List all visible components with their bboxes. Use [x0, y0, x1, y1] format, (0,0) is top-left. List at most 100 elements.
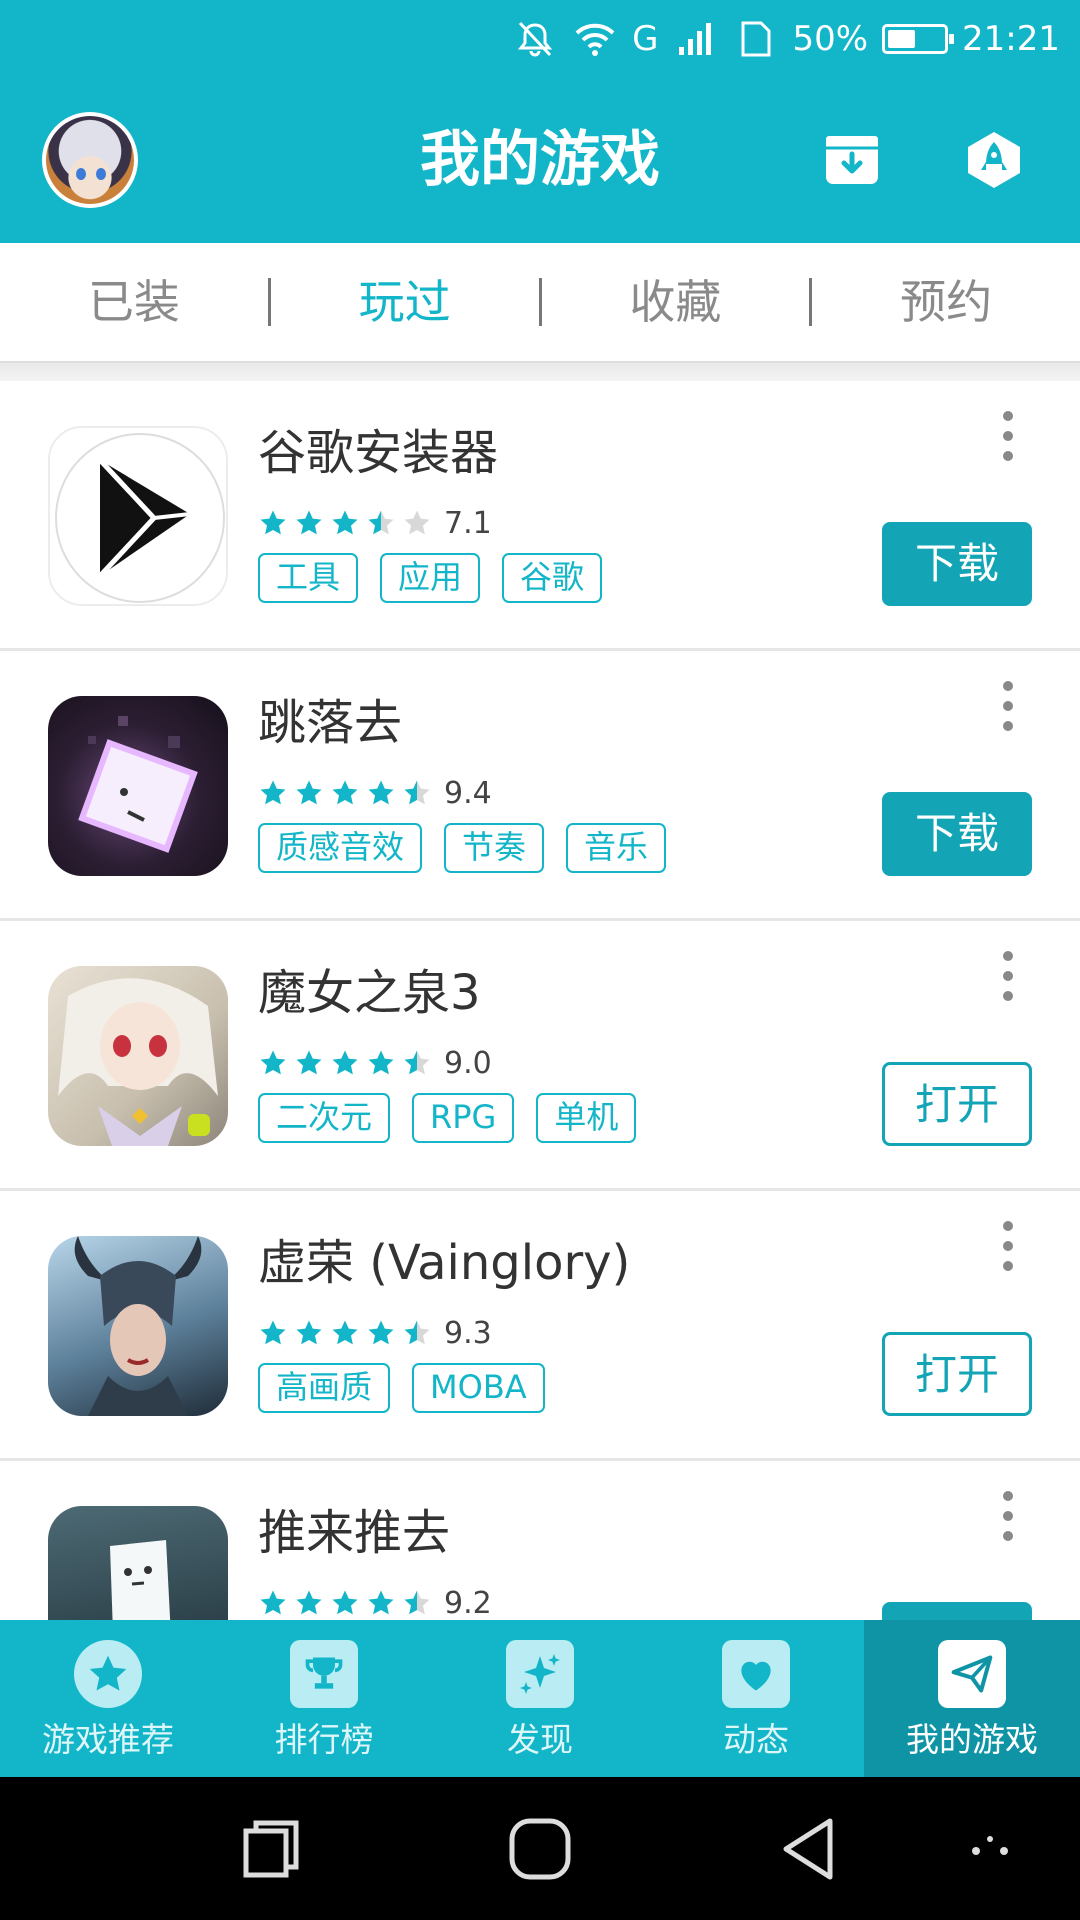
rating-score: 9.2 — [444, 1585, 492, 1621]
recents-icon[interactable] — [236, 1813, 308, 1885]
app-name: 跳落去 — [258, 695, 403, 751]
header-row: 我的游戏 — [0, 100, 1080, 220]
star-rating — [258, 1588, 432, 1618]
star-half-icon — [404, 1590, 430, 1615]
tag[interactable]: 应用 — [380, 553, 481, 603]
tab-played[interactable]: 玩过 — [271, 272, 539, 332]
download-manager-button[interactable] — [820, 128, 884, 192]
more-icon[interactable] — [954, 1813, 1026, 1885]
page-title: 我的游戏 — [420, 125, 660, 195]
nav-my-games[interactable]: 我的游戏 — [864, 1620, 1080, 1777]
tab-reservations[interactable]: 预约 — [812, 272, 1080, 332]
white-block-icon — [48, 1506, 228, 1620]
tag[interactable]: 音乐 — [566, 823, 667, 873]
more-options-icon[interactable] — [996, 951, 1020, 1001]
more-options-icon[interactable] — [996, 1491, 1020, 1541]
tag[interactable]: 二次元 — [258, 1093, 391, 1143]
star-half-icon — [404, 780, 430, 805]
list-item[interactable]: 推来推去 9.2 — [0, 1461, 1080, 1620]
clock: 21:21 — [962, 19, 1060, 59]
star-full-icon — [368, 1050, 394, 1075]
tab-installed[interactable]: 已装 — [0, 272, 268, 332]
battery-fill — [888, 30, 916, 48]
star-full-icon — [332, 1590, 358, 1615]
star-rating — [258, 1048, 432, 1078]
game-list[interactable]: 谷歌安装器 7.1 工具 应用 谷歌 下载 跳落去 9.4 质感音效 节奏 音乐… — [0, 381, 1080, 1620]
tag[interactable]: 谷歌 — [502, 553, 603, 603]
star-full-icon — [332, 1050, 358, 1075]
star-full-icon — [368, 1320, 394, 1345]
star-full-icon — [260, 780, 286, 805]
tag[interactable]: 单机 — [536, 1093, 637, 1143]
star-half-icon — [404, 1050, 430, 1075]
tab-bar-divider — [0, 361, 1080, 381]
tag[interactable]: RPG — [412, 1093, 515, 1143]
more-options-icon[interactable] — [996, 681, 1020, 731]
network-type: G — [632, 19, 659, 59]
list-item[interactable]: 跳落去 9.4 质感音效 节奏 音乐 下载 — [0, 651, 1080, 921]
star-full-icon — [296, 1590, 322, 1615]
glowing-cube-icon — [48, 696, 228, 876]
nav-discover[interactable]: 发现 — [432, 1620, 648, 1777]
tag[interactable]: 质感音效 — [258, 823, 423, 873]
back-icon[interactable] — [772, 1813, 844, 1885]
tag[interactable]: 高画质 — [258, 1363, 391, 1413]
nav-label: 我的游戏 — [906, 1720, 1038, 1759]
download-button[interactable]: 下载 — [882, 792, 1032, 876]
list-item[interactable]: 魔女之泉3 9.0 二次元 RPG 单机 打开 — [0, 921, 1080, 1191]
star-full-icon — [332, 510, 358, 535]
app-name: 魔女之泉3 — [258, 965, 481, 1021]
armored-hero-icon — [48, 1236, 228, 1416]
nav-label: 游戏推荐 — [42, 1720, 174, 1759]
speed-up-button[interactable] — [962, 128, 1026, 192]
tab-bar: 已装 玩过 收藏 预约 — [0, 243, 1080, 361]
nav-label: 排行榜 — [274, 1720, 374, 1759]
wifi-icon — [572, 16, 618, 62]
app-name: 谷歌安装器 — [258, 425, 499, 481]
star-full-icon — [368, 1590, 394, 1615]
star-full-icon — [296, 780, 322, 805]
home-icon[interactable] — [504, 1813, 576, 1885]
open-button[interactable]: 打开 — [882, 1332, 1032, 1416]
app-name: 虚荣 (Vainglory) — [258, 1235, 631, 1291]
nav-rankings[interactable]: 排行榜 — [216, 1620, 432, 1777]
battery-icon — [882, 24, 955, 54]
star-rating — [258, 508, 432, 538]
trophy-icon — [290, 1640, 358, 1708]
download-button[interactable]: 下载 — [882, 522, 1032, 606]
download-button[interactable] — [882, 1602, 1032, 1620]
tab-favorites[interactable]: 收藏 — [542, 272, 810, 332]
tag-list: 工具 应用 谷歌 — [258, 553, 603, 603]
open-button[interactable]: 打开 — [882, 1062, 1032, 1146]
star-full-icon — [260, 510, 286, 535]
more-options-icon[interactable] — [996, 1221, 1020, 1271]
paper-plane-icon — [938, 1640, 1006, 1708]
tag[interactable]: 节奏 — [444, 823, 545, 873]
star-full-icon — [296, 1050, 322, 1075]
tag-list: 二次元 RPG 单机 — [258, 1093, 637, 1143]
nav-activity[interactable]: 动态 — [648, 1620, 864, 1777]
star-full-icon — [260, 1590, 286, 1615]
status-bar: G 50% 21:21 — [0, 0, 1080, 76]
rating-score: 9.0 — [444, 1045, 492, 1081]
star-full-icon — [332, 780, 358, 805]
star-full-icon — [296, 510, 322, 535]
rating: 7.1 — [258, 503, 492, 543]
more-options-icon[interactable] — [996, 411, 1020, 461]
star-rating — [258, 778, 432, 808]
rating: 9.2 — [258, 1583, 492, 1620]
rating-score: 7.1 — [444, 505, 492, 541]
sparkle-icon — [506, 1640, 574, 1708]
star-full-icon — [260, 1050, 286, 1075]
sim-icon — [732, 16, 778, 62]
rating: 9.0 — [258, 1043, 492, 1083]
nav-game-recommend[interactable]: 游戏推荐 — [0, 1620, 216, 1777]
tag[interactable]: MOBA — [412, 1363, 545, 1413]
status-icons: G 50% 21:21 — [512, 14, 1060, 64]
signal-icon — [672, 16, 718, 62]
list-item[interactable]: 谷歌安装器 7.1 工具 应用 谷歌 下载 — [0, 381, 1080, 651]
tag[interactable]: 工具 — [258, 553, 359, 603]
list-item[interactable]: 虚荣 (Vainglory) 9.3 高画质 MOBA 打开 — [0, 1191, 1080, 1461]
heart-icon — [722, 1640, 790, 1708]
rating-score: 9.4 — [444, 775, 492, 811]
